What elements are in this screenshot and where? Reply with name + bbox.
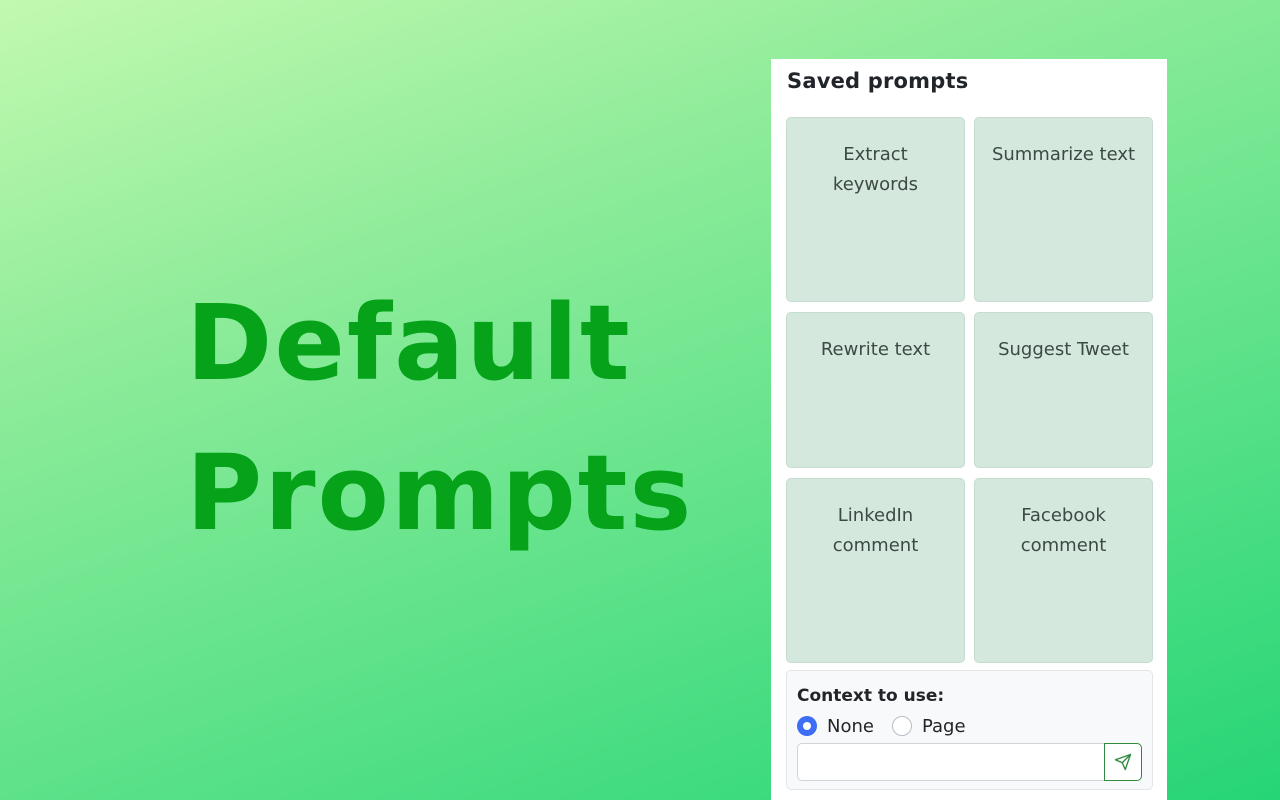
context-label: Context to use: xyxy=(797,686,945,706)
context-box: Context to use: None Page xyxy=(786,670,1153,790)
radio-none-checked[interactable] xyxy=(797,716,817,736)
radio-label-none: None xyxy=(827,715,874,737)
context-option-none[interactable]: None xyxy=(797,716,874,737)
hero-line-1: Default xyxy=(186,282,632,404)
prompt-card-linkedin-comment[interactable]: LinkedIn comment xyxy=(786,478,965,663)
context-option-page[interactable]: Page xyxy=(891,715,966,737)
paper-plane-icon xyxy=(1114,753,1132,771)
hero-line-2: Prompts xyxy=(186,432,694,554)
send-button[interactable] xyxy=(1104,743,1142,781)
panel-title: Saved prompts xyxy=(787,69,969,93)
prompt-card-rewrite-text[interactable]: Rewrite text xyxy=(786,312,965,468)
hero-heading: Default Prompts xyxy=(186,268,693,568)
radio-label-page: Page xyxy=(921,715,966,737)
prompt-input[interactable] xyxy=(797,743,1104,781)
prompt-card-facebook-comment[interactable]: Facebook comment xyxy=(974,478,1153,663)
prompt-input-row xyxy=(797,743,1142,781)
prompt-card-suggest-tweet[interactable]: Suggest Tweet xyxy=(974,312,1153,468)
prompt-card-extract-keywords[interactable]: Extract keywords xyxy=(786,117,965,302)
radio-page-unchecked[interactable] xyxy=(891,716,912,736)
saved-prompts-panel: Saved prompts Extract keywords Summarize… xyxy=(771,59,1167,800)
prompt-card-summarize-text[interactable]: Summarize text xyxy=(974,117,1153,302)
context-radio-group: None Page xyxy=(797,715,984,737)
